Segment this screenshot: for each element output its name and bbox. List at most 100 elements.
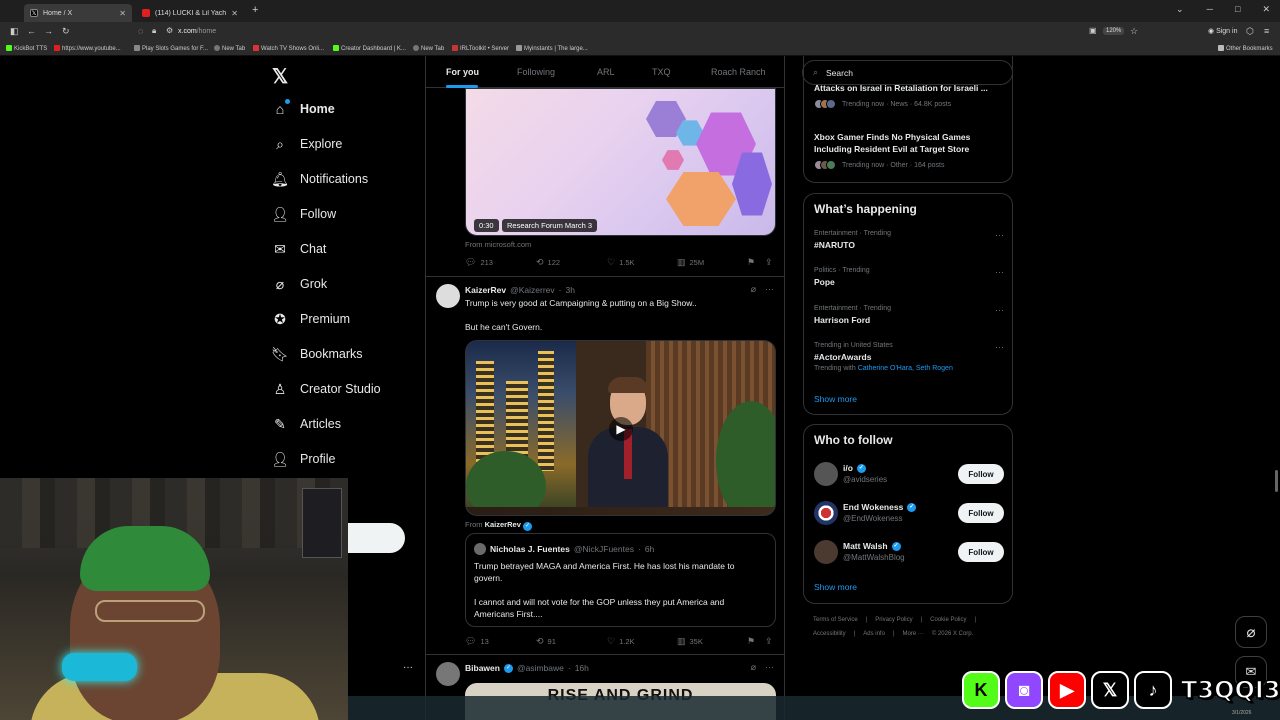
trend-title[interactable]: Xbox Gamer Finds No Physical Games Inclu… [814, 131, 1004, 155]
tab-for-you[interactable]: For you [446, 67, 479, 77]
maximize-button[interactable]: □ [1235, 4, 1240, 15]
sidebar-item-creator-studio[interactable]: ♙ Creator Studio [272, 381, 381, 397]
bookmark-item[interactable]: IRLToolkit • Server [452, 45, 509, 52]
author-name[interactable]: Bibawen [465, 663, 500, 673]
sidebar-item-bookmarks[interactable]: 🔖︎ Bookmarks [271, 346, 362, 362]
ads-info-link[interactable]: Ads info [863, 631, 885, 637]
bookmark-item[interactable]: Play Slots Games for F... [134, 45, 208, 52]
minimize-button[interactable]: ─ [1207, 4, 1213, 15]
show-more-link[interactable]: Show more [814, 394, 857, 404]
sidebar-item-notifications[interactable]: 🔔︎ Notifications [271, 171, 368, 187]
like-button[interactable]: ♡ 1.5K [607, 257, 635, 268]
author-name[interactable]: KaizerRev [465, 285, 506, 295]
sidebar-item-articles[interactable]: ✎ Articles [272, 416, 341, 432]
post-button[interactable] [348, 523, 405, 553]
views-button[interactable]: ▥ 25M [677, 257, 704, 268]
trend-item[interactable]: Trending in United States #ActorAwards T… [814, 342, 1004, 372]
bookmark-button[interactable]: ⚑ [747, 636, 755, 647]
bookmark-item[interactable]: Watch TV Shows Onli... [253, 45, 324, 52]
show-more-link[interactable]: Show more [814, 582, 857, 592]
post-time[interactable]: 3h [565, 285, 574, 295]
sidebar-item-grok[interactable]: ⌀ Grok [272, 276, 327, 292]
follow-suggestion[interactable]: i/o ✓ @avidseries Follow [814, 461, 1004, 487]
like-button[interactable]: ♡ 1.2K [607, 636, 635, 647]
more-icon[interactable]: ··· [765, 662, 774, 673]
post-video[interactable]: ▶ [465, 340, 776, 516]
extensions-icon[interactable]: ⬡ [1246, 26, 1254, 37]
grok-icon[interactable]: ⌀ [751, 284, 756, 295]
tab-home-x[interactable]: 𝕏 Home / X ✕ [24, 4, 132, 22]
close-icon[interactable]: ✕ [119, 9, 126, 18]
reader-view-icon[interactable]: ▣ [1089, 26, 1097, 35]
share-button[interactable]: ⇪ [765, 257, 773, 268]
repost-button[interactable]: ⟲ 122 [536, 257, 560, 268]
account-more-icon[interactable]: ··· [403, 662, 413, 673]
author-handle[interactable]: @Kaizerrev [510, 285, 555, 295]
star-icon[interactable]: ☆ [1130, 26, 1138, 37]
sidebar-item-home[interactable]: ⌂ Home [272, 99, 335, 117]
x-logo-icon[interactable]: 𝕏 [272, 64, 288, 89]
more-link[interactable]: More ··· [903, 631, 924, 637]
more-icon[interactable]: ··· [765, 284, 774, 295]
reload-button[interactable]: ↻ [62, 26, 70, 37]
site-settings-icon[interactable]: ⚙ [166, 26, 173, 35]
follow-button[interactable]: Follow [958, 503, 1004, 523]
tab-following[interactable]: Following [517, 67, 555, 77]
bookmark-item[interactable]: Creator Dashboard | K... [333, 45, 406, 52]
share-button[interactable]: ⇪ [765, 636, 773, 647]
back-button[interactable]: ← [27, 26, 36, 36]
play-icon[interactable]: ▶ [609, 417, 633, 441]
menu-icon[interactable]: ≡ [1264, 26, 1269, 36]
source-link[interactable]: From microsoft.com [465, 240, 531, 249]
more-icon[interactable]: ··· [995, 267, 1004, 277]
follow-suggestion[interactable]: Matt Walsh ✓ @MattWalshBlog Follow [814, 539, 1004, 565]
sidebar-item-explore[interactable]: ⌕ Explore [272, 136, 342, 152]
bookmark-item[interactable]: Myinstants | The large... [516, 45, 588, 52]
more-icon[interactable]: ··· [995, 230, 1004, 240]
views-button[interactable]: ▥ 35K [677, 636, 703, 647]
bookmark-item[interactable]: https://www.youtube... [54, 45, 121, 52]
page-scrollbar[interactable] [1275, 470, 1278, 492]
sidebar-item-premium[interactable]: ✪ Premium [272, 311, 350, 327]
bookmark-button[interactable]: ⚑ [747, 257, 755, 268]
reply-button[interactable]: 💬︎ 13 [465, 636, 489, 647]
related-links[interactable]: Catherine O'Hara, Seth Rogen [858, 365, 953, 372]
trend-item[interactable]: Politics · Trending Pope ··· [814, 267, 1004, 287]
trend-item[interactable]: Entertainment · Trending #NARUTO ··· [814, 230, 1004, 250]
avatar[interactable] [436, 662, 460, 686]
more-icon[interactable]: ··· [995, 305, 1004, 315]
avatar[interactable] [436, 284, 460, 308]
bookmark-item[interactable]: New Tab [214, 45, 245, 52]
post-time[interactable]: 16h [575, 663, 589, 673]
forward-button[interactable]: → [44, 26, 53, 36]
tab-txq[interactable]: TXQ [652, 67, 671, 77]
other-bookmarks[interactable]: Other Bookmarks [1218, 45, 1273, 52]
cookie-link[interactable]: Cookie Policy [930, 617, 966, 623]
grok-icon[interactable]: ⌀ [751, 662, 756, 673]
new-tab-button[interactable]: + [252, 4, 258, 16]
sidebar-toggle-icon[interactable]: ◧ [10, 26, 19, 37]
privacy-link[interactable]: Privacy Policy [875, 617, 912, 623]
address-bar[interactable]: x.com/home [178, 28, 216, 35]
more-icon[interactable]: ··· [995, 342, 1004, 352]
repost-button[interactable]: ⟲ 91 [536, 636, 556, 647]
quoted-post[interactable]: Nicholas J. Fuentes @NickJFuentes · 6h T… [465, 533, 776, 627]
close-window-button[interactable]: ✕ [1262, 4, 1270, 15]
grok-icon[interactable]: ⌀ [1235, 616, 1267, 648]
follow-button[interactable]: Follow [958, 464, 1004, 484]
reply-button[interactable]: 💬︎ 213 [465, 257, 493, 268]
trend-item[interactable]: Entertainment · Trending Harrison Ford ·… [814, 305, 1004, 325]
follow-button[interactable]: Follow [958, 542, 1004, 562]
sidebar-item-chat[interactable]: ✉ Chat [272, 241, 326, 257]
bookmark-item[interactable]: New Tab [413, 45, 444, 52]
terms-link[interactable]: Terms of Service [813, 617, 858, 623]
accessibility-link[interactable]: Accessibility [813, 631, 846, 637]
sidebar-item-profile[interactable]: 👤︎ Profile [271, 451, 335, 467]
trend-title[interactable]: Attacks on Israel in Retaliation for Isr… [814, 82, 1004, 94]
sidebar-item-follow[interactable]: 👤︎ Follow [271, 206, 336, 222]
tab-roach-ranch[interactable]: Roach Ranch [711, 67, 766, 77]
bookmark-item[interactable]: KickBot TTS [6, 45, 47, 52]
close-icon[interactable]: ✕ [231, 9, 238, 18]
zoom-level[interactable]: 120% [1103, 27, 1125, 35]
tab-arl[interactable]: ARL [597, 67, 615, 77]
